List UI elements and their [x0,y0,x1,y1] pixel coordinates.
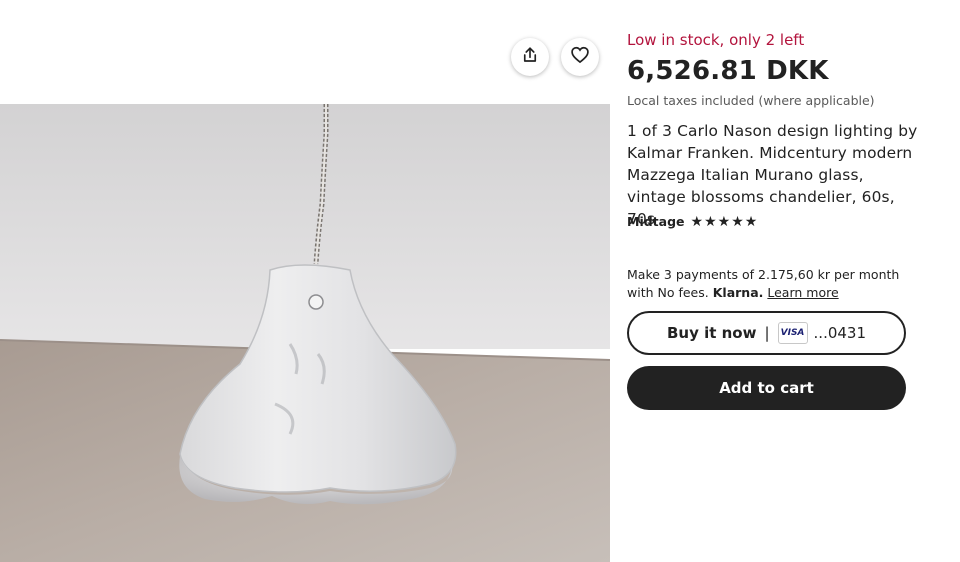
klarna-logo: Klarna. [712,285,764,300]
star-icon: ★ [744,213,758,230]
add-to-cart-button[interactable]: Add to cart [627,366,906,410]
star-icon: ★ [704,213,717,230]
buy-now-label: Buy it now [666,324,757,342]
star-icon: ★ [690,213,704,230]
shop-name-link[interactable]: Midtage [627,214,685,229]
favorite-button[interactable] [561,38,599,76]
klarna-installments: Make 3 payments of 2.175,60 kr per month… [627,266,917,302]
separator: | [764,324,770,342]
buy-it-now-button[interactable]: Buy it now | VISA ...0431 [627,311,906,355]
share-icon [521,46,539,68]
stock-notice: Low in stock, only 2 left [627,31,805,49]
share-button[interactable] [511,38,549,76]
taxes-note: Local taxes included (where applicable) [627,93,875,108]
visa-card-icon: VISA [777,322,808,344]
product-photo[interactable] [0,104,610,562]
heart-icon [570,45,590,69]
shop-rating: Midtage ★ ★ ★ ★ ★ [627,214,757,229]
star-icon: ★ [717,213,731,230]
learn-more-link[interactable]: Learn more [767,285,838,300]
lamp-image [0,104,610,562]
star-rating: ★ ★ ★ ★ ★ [691,215,758,229]
installment-text: Make 3 payments of 2.175,60 kr per month… [627,267,900,300]
price: 6,526.81 DKK [627,56,829,86]
star-icon: ★ [731,213,744,230]
card-digits: ...0431 [813,324,867,342]
